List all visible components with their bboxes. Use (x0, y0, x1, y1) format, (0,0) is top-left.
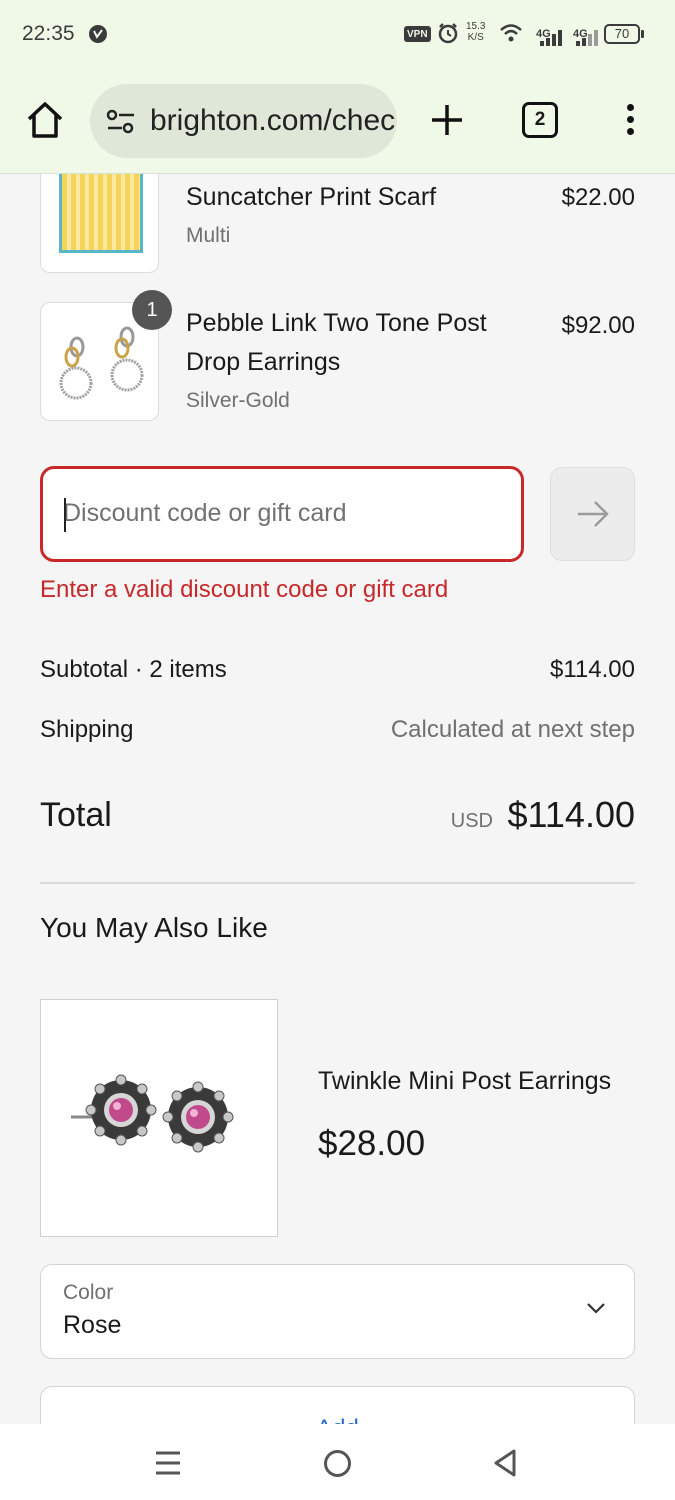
quantity-badge: 1 (132, 290, 172, 330)
recommended-product-price: $28.00 (318, 1124, 426, 1163)
cart-item: Suncatcher Print Scarf Multi $22.00 (40, 174, 635, 274)
arrow-right-icon (578, 501, 609, 527)
add-to-cart-button[interactable]: Add (40, 1386, 635, 1424)
shipping-label: Shipping (40, 716, 134, 743)
subtotal-label: Subtotal · 2 items (40, 656, 227, 683)
network-speed: 15.3 K/S (466, 21, 485, 49)
browser-toolbar: brighton.com/checkouts 2 (0, 70, 675, 174)
vpn-indicator: VPN (404, 26, 431, 42)
alarm-icon (438, 23, 458, 44)
total-label: Total (40, 796, 112, 834)
divider (40, 882, 635, 884)
status-time: 22:35 (22, 22, 75, 45)
speed-value: 15.3 (466, 21, 486, 32)
subtotal-row: Subtotal · 2 items $114.00 (40, 656, 635, 684)
color-value: Rose (63, 1311, 122, 1339)
home-circle-icon[interactable] (323, 1449, 352, 1478)
signal-icon-2 (576, 30, 598, 46)
chevron-down-icon (587, 1303, 605, 1314)
url-text: brighton.com/checkouts (150, 104, 397, 137)
stud-earrings-image (71, 1074, 234, 1153)
total-value: $114.00 (507, 794, 635, 835)
status-bar: 22:35 VPN 15.3 K/S 4G 4G 70 (0, 0, 675, 70)
shipping-row: Shipping Calculated at next step (40, 716, 635, 744)
shipping-value: Calculated at next step (390, 716, 635, 743)
scarf-image (59, 174, 143, 253)
recommended-product-name[interactable]: Twinkle Mini Post Earrings (318, 1067, 611, 1096)
recents-icon[interactable] (154, 1450, 182, 1476)
add-button-label: Add (41, 1415, 634, 1424)
text-cursor (64, 498, 66, 532)
discount-input[interactable] (63, 493, 503, 533)
subtotal-value: $114.00 (550, 656, 635, 683)
home-icon[interactable] (26, 100, 64, 140)
color-select[interactable]: Color Rose (40, 1264, 635, 1359)
discount-code-field[interactable] (40, 466, 524, 562)
site-settings-icon[interactable] (106, 108, 136, 136)
checkout-content: Suncatcher Print Scarf Multi $22.00 1 Pe… (0, 174, 675, 1424)
product-thumbnail (40, 174, 159, 273)
back-icon[interactable] (492, 1448, 518, 1478)
item-price: $92.00 (561, 312, 635, 339)
cart-item: 1 Pebble Link Two Tone Post Drop Earring… (40, 290, 635, 427)
more-menu-icon[interactable] (620, 102, 640, 138)
wifi-icon (500, 24, 522, 42)
signal-icon-1 (540, 30, 562, 46)
item-variant: Silver-Gold (186, 389, 290, 412)
address-bar[interactable]: brighton.com/checkouts (90, 84, 397, 158)
apply-discount-button[interactable] (550, 467, 635, 561)
item-variant: Multi (186, 224, 231, 247)
notification-icon (89, 25, 107, 43)
system-navigation-bar (0, 1424, 675, 1500)
battery-icon: 70 (604, 24, 644, 44)
tab-switcher-button[interactable]: 2 (522, 102, 558, 138)
speed-unit: K/S (467, 32, 484, 43)
recommendations-heading: You May Also Like (40, 912, 268, 943)
recommended-product-image[interactable] (40, 999, 278, 1237)
new-tab-icon[interactable] (427, 100, 467, 140)
discount-error-message: Enter a valid discount code or gift card (40, 576, 449, 603)
item-name: Pebble Link Two Tone Post Drop Earrings (186, 309, 487, 376)
item-price: $22.00 (561, 184, 635, 211)
color-label: Color (63, 1281, 114, 1304)
currency-code: USD (450, 810, 493, 832)
item-name: Suncatcher Print Scarf (186, 183, 437, 211)
